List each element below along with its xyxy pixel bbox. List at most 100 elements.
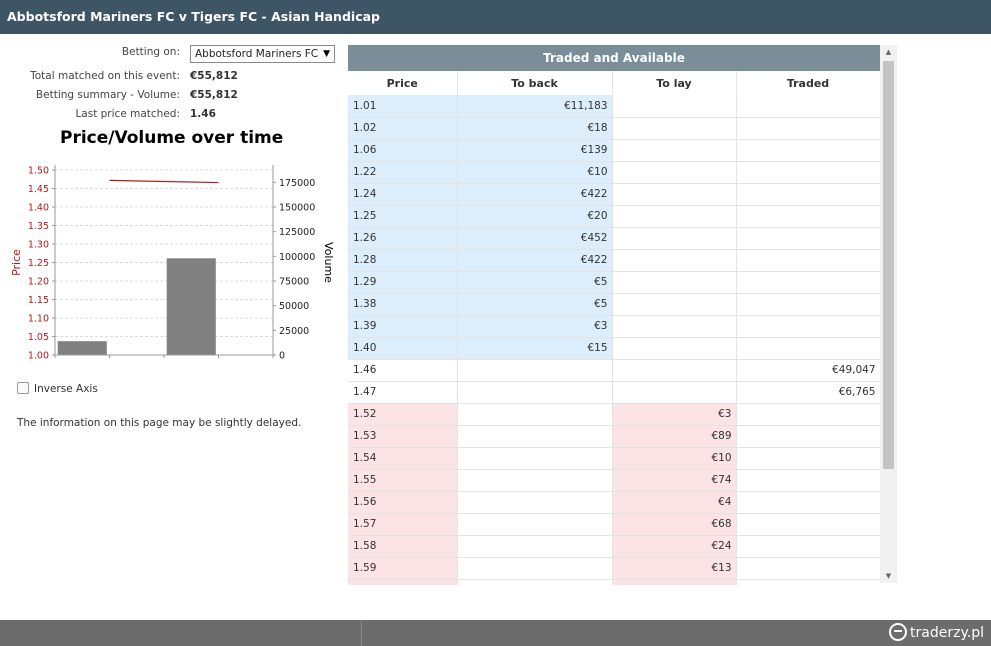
to-lay-cell[interactable]	[612, 205, 737, 228]
chart-title: Price/Volume over time	[60, 128, 284, 148]
to-lay-cell[interactable]: €24	[612, 535, 737, 558]
to-back-cell[interactable]: €139	[457, 139, 613, 162]
chevron-down-icon: ▼	[323, 49, 330, 59]
price-tick-label: 1.45	[28, 184, 49, 195]
inverse-axis-toggle[interactable]: Inverse Axis	[17, 382, 98, 395]
ladder-scrollbar[interactable]: ▲ ▼	[880, 45, 897, 583]
ladder-row: 1.29 €5	[348, 271, 880, 294]
to-back-cell[interactable]: €3	[457, 315, 613, 338]
ladder-row: 1.52 €3	[348, 403, 880, 426]
price-cell: 1.59	[348, 557, 458, 580]
inverse-axis-checkbox[interactable]	[17, 382, 29, 394]
price-cell: 1.54	[348, 447, 458, 470]
to-lay-cell[interactable]	[612, 161, 737, 184]
to-lay-cell[interactable]	[612, 183, 737, 206]
brand-logo-icon	[889, 623, 908, 641]
to-back-cell[interactable]: €18	[457, 117, 613, 140]
to-back-cell[interactable]: €10	[457, 161, 613, 184]
to-lay-cell[interactable]	[612, 95, 737, 118]
price-volume-chart: 1.00 1.05 1.10 1.15 1.20 1.25 1.30 1.35 1.40 1.45…	[10, 165, 335, 362]
traded-cell	[736, 579, 880, 585]
to-back-cell[interactable]	[457, 359, 613, 382]
inverse-axis-label: Inverse Axis	[34, 383, 98, 395]
betting-on-value: Abbotsford Mariners FC	[195, 48, 319, 60]
price-cell: 1.56	[348, 491, 458, 514]
last-price-row: Last price matched: 1.46	[0, 106, 340, 124]
to-lay-cell[interactable]: €10	[612, 447, 737, 470]
ladder-row: 1.06 €139	[348, 139, 880, 162]
to-lay-cell[interactable]	[612, 337, 737, 360]
to-lay-cell[interactable]	[612, 579, 737, 585]
price-tick-label: 1.05	[28, 332, 49, 343]
to-lay-cell[interactable]	[612, 359, 737, 382]
price-cell: 1.38	[348, 293, 458, 316]
ladder-row: 1.60	[348, 579, 880, 585]
ladder-row: 1.01 €11,183	[348, 95, 880, 118]
to-back-cell[interactable]: €11,183	[457, 95, 613, 118]
scroll-up-icon[interactable]: ▲	[880, 45, 897, 59]
to-back-cell[interactable]: €422	[457, 183, 613, 206]
price-cell: 1.47	[348, 381, 458, 404]
to-back-cell[interactable]	[457, 381, 613, 404]
ladder-row: 1.26 €452	[348, 227, 880, 250]
ladder-row: 1.39 €3	[348, 315, 880, 338]
last-price-value: 1.46	[190, 108, 216, 120]
to-back-cell[interactable]	[457, 469, 613, 492]
ladder-row: 1.58 €24	[348, 535, 880, 558]
price-tick-label: 1.25	[28, 258, 49, 269]
volume-tick-label: 125000	[279, 227, 315, 238]
traded-cell: €6,765	[736, 381, 880, 404]
to-back-cell[interactable]	[457, 425, 613, 448]
to-back-cell[interactable]	[457, 557, 613, 580]
ladder-table: Price To back To lay Traded 1.01 €11,183 1…	[348, 71, 880, 585]
summary-value: €55,812	[190, 89, 238, 101]
to-back-cell[interactable]: €20	[457, 205, 613, 228]
to-back-cell[interactable]: €5	[457, 293, 613, 316]
to-lay-cell[interactable]	[612, 249, 737, 272]
to-lay-cell[interactable]: €4	[612, 491, 737, 514]
to-lay-cell[interactable]: €74	[612, 469, 737, 492]
to-lay-cell[interactable]: €68	[612, 513, 737, 536]
volume-tick-label: 100000	[279, 252, 315, 263]
to-lay-cell[interactable]	[612, 271, 737, 294]
scrollbar-thumb[interactable]	[883, 61, 894, 469]
price-cell: 1.26	[348, 227, 458, 250]
betting-on-label: Betting on:	[121, 46, 180, 58]
footer-bar: traderzy.pl	[0, 620, 991, 646]
to-back-cell[interactable]	[457, 491, 613, 514]
price-cell: 1.24	[348, 183, 458, 206]
to-back-cell[interactable]	[457, 403, 613, 426]
to-lay-cell[interactable]: €3	[612, 403, 737, 426]
to-lay-cell[interactable]	[612, 315, 737, 338]
to-back-cell[interactable]	[457, 579, 613, 585]
to-lay-cell[interactable]	[612, 381, 737, 404]
betting-on-select[interactable]: Abbotsford Mariners FC ▼	[190, 45, 335, 63]
summary-row: Betting summary - Volume: €55,812	[0, 87, 340, 105]
price-cell: 1.01	[348, 95, 458, 118]
to-back-cell[interactable]: €422	[457, 249, 613, 272]
to-lay-cell[interactable]	[612, 117, 737, 140]
to-back-cell[interactable]: €5	[457, 271, 613, 294]
to-back-cell[interactable]	[457, 513, 613, 536]
to-back-cell[interactable]	[457, 535, 613, 558]
to-back-cell[interactable]: €452	[457, 227, 613, 250]
betting-on-row: Betting on: Abbotsford Mariners FC ▼	[0, 44, 340, 63]
to-lay-cell[interactable]	[612, 227, 737, 250]
to-back-cell[interactable]	[457, 447, 613, 470]
price-tick-label: 1.30	[28, 240, 49, 251]
ladder-row: 1.24 €422	[348, 183, 880, 206]
price-cell: 1.55	[348, 469, 458, 492]
traded-cell	[736, 469, 880, 492]
to-lay-cell[interactable]: €13	[612, 557, 737, 580]
column-header-price: Price	[348, 71, 458, 95]
total-matched-value: €55,812	[190, 70, 238, 82]
ladder-row: 1.40 €15	[348, 337, 880, 360]
scroll-down-icon[interactable]: ▼	[880, 569, 897, 583]
traded-cell	[736, 161, 880, 184]
to-back-cell[interactable]: €15	[457, 337, 613, 360]
to-lay-cell[interactable]	[612, 139, 737, 162]
to-lay-cell[interactable]	[612, 293, 737, 316]
to-lay-cell[interactable]: €89	[612, 425, 737, 448]
volume-tick-label: 75000	[279, 277, 309, 288]
traded-cell	[736, 95, 880, 118]
